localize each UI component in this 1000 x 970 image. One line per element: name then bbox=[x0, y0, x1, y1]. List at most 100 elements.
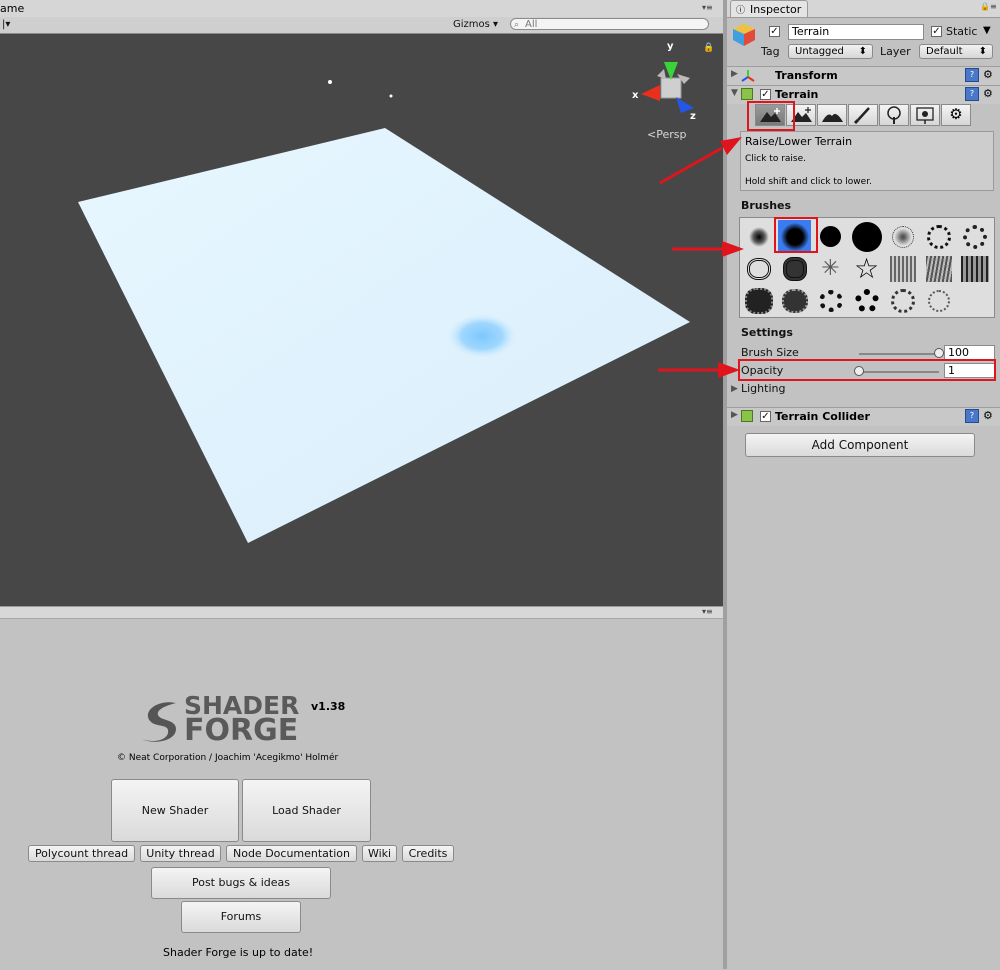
scene-light-icon bbox=[389, 94, 393, 98]
foldout-arrow-icon[interactable]: ▼ bbox=[731, 88, 738, 98]
brush-size-slider[interactable] bbox=[859, 353, 939, 355]
tab-inspector[interactable]: ⓘ Inspector bbox=[730, 0, 808, 17]
terrain-enabled-checkbox[interactable]: ✓ bbox=[760, 89, 771, 100]
static-label: Static bbox=[946, 25, 978, 38]
scene-tab-title[interactable]: ame bbox=[0, 2, 24, 15]
panel-menu-icon[interactable]: ▾≡ bbox=[702, 3, 713, 12]
add-component-button[interactable]: Add Component bbox=[745, 433, 975, 457]
search-placeholder: All bbox=[525, 19, 538, 30]
brush-soft-small[interactable] bbox=[742, 220, 775, 253]
scene-tab-bar: ame ▾≡ bbox=[0, 0, 723, 18]
unity-thread-button[interactable]: Unity thread bbox=[140, 845, 221, 862]
paint-details-tool[interactable] bbox=[910, 104, 940, 126]
brush-rough-3[interactable] bbox=[778, 284, 811, 317]
terrain-collider-component-header[interactable]: ▶ ✓ Terrain Collider ? ⚙ bbox=[727, 407, 1000, 426]
tab-inspector-label: Inspector bbox=[750, 3, 802, 16]
brush-size-field[interactable]: 100 bbox=[944, 345, 995, 360]
brush-scatter-2[interactable] bbox=[922, 284, 955, 317]
persp-text: Persp bbox=[656, 128, 687, 141]
static-checkbox[interactable]: ✓ bbox=[931, 26, 942, 37]
wiki-button[interactable]: Wiki bbox=[362, 845, 397, 862]
brush-hard-small[interactable] bbox=[814, 220, 847, 253]
forums-button[interactable]: Forums bbox=[181, 901, 301, 933]
terrain-collider-title: Terrain Collider bbox=[775, 410, 870, 423]
brush-rough-4[interactable] bbox=[814, 284, 847, 317]
collider-enabled-checkbox[interactable]: ✓ bbox=[760, 411, 771, 422]
gizmos-label: Gizmos bbox=[453, 19, 490, 30]
paint-brush-icon bbox=[853, 107, 870, 125]
brush-rough-2[interactable] bbox=[742, 284, 775, 317]
brush-dots[interactable] bbox=[850, 284, 883, 317]
credit-text: © Neat Corporation / Joachim 'Acegikmo' … bbox=[117, 753, 339, 763]
help-book-icon[interactable]: ? bbox=[965, 87, 979, 101]
smooth-height-tool[interactable] bbox=[817, 104, 847, 126]
scene-search-input[interactable]: ⌕ All bbox=[510, 18, 709, 30]
load-shader-button[interactable]: Load Shader bbox=[242, 779, 371, 842]
active-checkbox[interactable]: ✓ bbox=[769, 26, 780, 37]
paint-texture-tool[interactable] bbox=[848, 104, 878, 126]
annotation-box-brush bbox=[774, 217, 818, 253]
terrain-settings-tool[interactable]: ⚙ bbox=[941, 104, 971, 126]
gear-icon[interactable]: ⚙ bbox=[983, 87, 993, 100]
scene-canvas bbox=[78, 62, 694, 543]
persp-label[interactable]: <Persp bbox=[647, 128, 686, 141]
shader-forge-panel: SHADER FORGE v1.38 © Neat Corporation / … bbox=[0, 618, 723, 970]
brush-noise-1[interactable] bbox=[886, 252, 919, 285]
scene-toolbar: |▾ Gizmos ▾ ⌕ All bbox=[0, 17, 723, 34]
tag-dropdown[interactable]: Untagged ⬍ bbox=[788, 44, 873, 59]
brush-noise-3[interactable] bbox=[958, 252, 991, 285]
polycount-thread-button[interactable]: Polycount thread bbox=[28, 845, 135, 862]
scene-light-icon bbox=[328, 80, 332, 84]
scene-viewport[interactable]: y x z <Persp 🔒 bbox=[0, 34, 723, 606]
gizmo-z-label: z bbox=[690, 111, 696, 122]
terrain-cube-icon bbox=[741, 88, 753, 100]
foldout-arrow-icon[interactable]: ▶ bbox=[731, 69, 738, 79]
panel-menu-icon[interactable]: ▾≡ bbox=[702, 607, 713, 616]
gizmos-dropdown[interactable]: Gizmos ▾ bbox=[453, 18, 498, 31]
help-book-icon[interactable]: ? bbox=[965, 68, 979, 82]
credits-button[interactable]: Credits bbox=[402, 845, 454, 862]
brush-size-slider-thumb[interactable] bbox=[934, 348, 944, 358]
foldout-arrow-icon[interactable]: ▶ bbox=[731, 410, 738, 420]
panel-menu-icon[interactable]: 🔒≡ bbox=[980, 2, 997, 11]
brush-splatter-3[interactable] bbox=[958, 220, 991, 253]
orientation-gizmo[interactable] bbox=[641, 62, 694, 113]
brush-noise-2[interactable] bbox=[922, 252, 955, 285]
gear-icon[interactable]: ⚙ bbox=[983, 409, 993, 422]
toolbar-dropdown-icon[interactable]: |▾ bbox=[2, 18, 10, 31]
foldout-arrow-icon[interactable]: ▶ bbox=[731, 384, 738, 394]
new-shader-button[interactable]: New Shader bbox=[111, 779, 239, 842]
node-documentation-button[interactable]: Node Documentation bbox=[226, 845, 357, 862]
transform-title: Transform bbox=[775, 69, 838, 82]
brush-scatter-1[interactable] bbox=[886, 284, 919, 317]
terrain-plane[interactable] bbox=[78, 128, 690, 543]
brush-preview-spot bbox=[448, 314, 516, 358]
lighting-foldout[interactable]: Lighting bbox=[741, 382, 785, 395]
chevron-down-icon: ⬍ bbox=[978, 46, 987, 57]
update-status: Shader Forge is up to date! bbox=[163, 946, 314, 959]
layer-dropdown[interactable]: Default ⬍ bbox=[919, 44, 993, 59]
transform-component-header[interactable]: ▶ Transform ? ⚙ bbox=[727, 66, 1000, 85]
brush-starburst[interactable]: ✳ bbox=[814, 252, 847, 285]
brush-flower[interactable] bbox=[778, 252, 811, 285]
brushes-heading: Brushes bbox=[741, 199, 792, 212]
info-icon: ⓘ bbox=[736, 6, 746, 16]
static-dropdown-icon[interactable]: ▼ bbox=[983, 25, 991, 36]
tool-info-line2: Hold shift and click to lower. bbox=[745, 177, 872, 187]
tool-info-box: Raise/Lower Terrain Click to raise. Hold… bbox=[740, 131, 994, 191]
brush-hard-large[interactable] bbox=[850, 220, 883, 253]
post-bugs-button[interactable]: Post bugs & ideas bbox=[151, 867, 331, 899]
gear-icon[interactable]: ⚙ bbox=[983, 68, 993, 81]
brush-star[interactable]: ☆ bbox=[850, 252, 883, 285]
terrain-title: Terrain bbox=[775, 88, 819, 101]
help-book-icon[interactable]: ? bbox=[965, 409, 979, 423]
place-trees-tool[interactable] bbox=[879, 104, 909, 126]
lock-icon[interactable]: 🔒 bbox=[703, 43, 714, 53]
brush-splatter-1[interactable] bbox=[886, 220, 919, 253]
shader-forge-logo-icon bbox=[142, 702, 176, 742]
brush-rough-1[interactable] bbox=[742, 252, 775, 285]
object-name-field[interactable]: Terrain bbox=[788, 24, 924, 40]
brush-splatter-2[interactable] bbox=[922, 220, 955, 253]
brush-size-label: Brush Size bbox=[741, 346, 799, 359]
gizmo-y-label: y bbox=[667, 41, 674, 52]
